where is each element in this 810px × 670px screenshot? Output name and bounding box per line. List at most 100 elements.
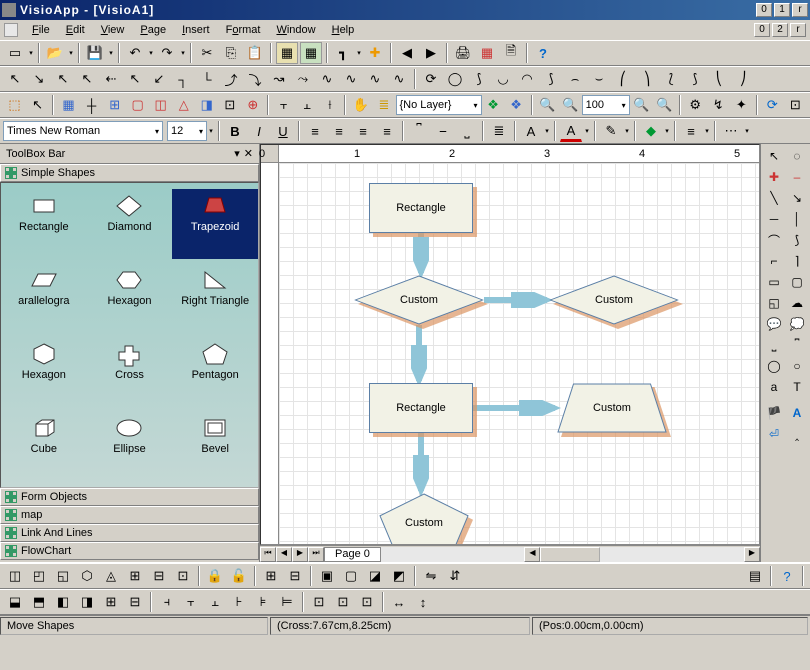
- stack-icon[interactable]: ❖: [483, 94, 504, 116]
- tool-icon[interactable]: ◰: [28, 565, 50, 587]
- align-icon[interactable]: ⫟: [273, 94, 294, 116]
- distribute-icon[interactable]: ⫟: [180, 591, 202, 613]
- shape-trapezoid[interactable]: Trapezoid: [172, 189, 258, 259]
- speech-tool-icon[interactable]: 💬: [763, 314, 785, 334]
- circle-tool-icon[interactable]: ○: [786, 356, 808, 376]
- menu-format[interactable]: Format: [218, 22, 269, 38]
- line-tool-icon[interactable]: ╲: [763, 188, 785, 208]
- tool-a-icon[interactable]: ▦: [276, 42, 298, 64]
- category-form-objects[interactable]: Form Objects: [0, 488, 259, 506]
- tool-icon[interactable]: ⊡: [172, 565, 194, 587]
- target-icon[interactable]: ⊕: [242, 94, 263, 116]
- line-weight-button[interactable]: ≡: [680, 120, 702, 142]
- hline-tool-icon[interactable]: ─: [763, 209, 785, 229]
- arrow-icon[interactable]: ↘: [28, 68, 50, 90]
- refresh-icon[interactable]: ⟳: [762, 94, 783, 116]
- guides-icon[interactable]: ┼: [81, 94, 102, 116]
- space-icon[interactable]: ↕: [412, 591, 434, 613]
- align-icon[interactable]: ◧: [52, 591, 74, 613]
- bullets-button[interactable]: ≣: [488, 120, 510, 142]
- curve-icon[interactable]: ⌣: [588, 68, 610, 90]
- tool-icon[interactable]: ↯: [708, 94, 729, 116]
- distribute-icon[interactable]: ⊨: [276, 591, 298, 613]
- category-flowchart[interactable]: FlowChart: [0, 542, 259, 560]
- category-map[interactable]: map: [0, 506, 259, 524]
- layer-combo[interactable]: {No Layer}▾: [396, 95, 482, 115]
- donut-icon[interactable]: ◯: [444, 68, 466, 90]
- category-link-lines[interactable]: Link And Lines: [0, 524, 259, 542]
- save-dropdown[interactable]: ▾: [107, 49, 115, 57]
- menu-window[interactable]: Window: [268, 22, 323, 38]
- menu-view[interactable]: View: [93, 22, 133, 38]
- shape-cube[interactable]: Cube: [1, 411, 87, 481]
- roundrect-tool-icon[interactable]: ▢: [786, 272, 808, 292]
- scroll-left-icon[interactable]: ◀: [524, 547, 540, 562]
- curve-icon[interactable]: ⟆: [468, 68, 490, 90]
- tool-icon[interactable]: ✦: [731, 94, 752, 116]
- mdi-restore[interactable]: 2: [772, 23, 788, 37]
- open-dropdown[interactable]: ▾: [67, 49, 75, 57]
- minimize-button[interactable]: 0: [756, 3, 772, 17]
- forward-icon[interactable]: ◪: [364, 565, 386, 587]
- align-icon[interactable]: ⫠: [296, 94, 317, 116]
- shape-hex[interactable]: Hexagon: [87, 263, 173, 333]
- arrow-icon[interactable]: ⤳: [292, 68, 314, 90]
- valign-button[interactable]: ⎯: [432, 120, 454, 142]
- shape-para[interactable]: arallelogra: [1, 263, 87, 333]
- font-size-combo[interactable]: 12▾: [167, 121, 207, 141]
- box-icon[interactable]: ▢: [127, 94, 148, 116]
- circle-arrow-icon[interactable]: ⟳: [420, 68, 442, 90]
- help-icon[interactable]: ?: [776, 565, 798, 587]
- scroll-first-icon[interactable]: ⏮: [260, 547, 276, 562]
- page-tab[interactable]: Page 0: [324, 547, 381, 562]
- canvas-page[interactable]: RectangleCustomCustomRectangleCustomCust…: [279, 163, 759, 544]
- tool-icon[interactable]: ⚙: [685, 94, 706, 116]
- crop-icon[interactable]: ⊡: [219, 94, 240, 116]
- rect-tool-icon[interactable]: ▭: [763, 272, 785, 292]
- shape-rtri[interactable]: Right Triangle: [172, 263, 258, 333]
- distribute-icon[interactable]: ⫞: [156, 591, 178, 613]
- space-icon[interactable]: ↔: [388, 591, 410, 613]
- arrow-icon[interactable]: ⤴: [220, 68, 242, 90]
- category-simple-shapes[interactable]: Simple Shapes: [0, 164, 259, 182]
- canvas-trap-node[interactable]: Custom: [557, 383, 667, 433]
- arrow-icon[interactable]: ↖: [76, 68, 98, 90]
- shape-rect[interactable]: Rectangle: [1, 189, 87, 259]
- arrow-icon[interactable]: ∿: [364, 68, 386, 90]
- pointer-icon[interactable]: ↖: [27, 94, 48, 116]
- new-dropdown[interactable]: ▾: [27, 49, 35, 57]
- arrow-icon[interactable]: └: [196, 68, 218, 90]
- align-icon[interactable]: ◨: [76, 591, 98, 613]
- cloud-tool-icon[interactable]: ☁: [786, 293, 808, 313]
- scroll-left-icon[interactable]: ◀: [276, 547, 292, 562]
- box-icon[interactable]: ◨: [196, 94, 217, 116]
- ok-icon[interactable]: ⏎: [763, 424, 785, 444]
- align-icon[interactable]: ⬓: [4, 591, 26, 613]
- ellipse-tool-icon[interactable]: ◯: [763, 356, 785, 376]
- grid-icon[interactable]: ▦: [476, 42, 498, 64]
- save-button[interactable]: 💾: [84, 42, 106, 64]
- curve-icon[interactable]: ⟆: [684, 68, 706, 90]
- arrow-icon[interactable]: ∿: [388, 68, 410, 90]
- front-icon[interactable]: ▣: [316, 565, 338, 587]
- shape-ellipse[interactable]: Ellipse: [87, 411, 173, 481]
- zoom-fit-icon[interactable]: 🔍: [631, 94, 652, 116]
- zoom-out-icon[interactable]: 🔍: [560, 94, 581, 116]
- curve-icon[interactable]: ◠: [516, 68, 538, 90]
- shape-bevel[interactable]: Bevel: [172, 411, 258, 481]
- next-icon[interactable]: ▶: [420, 42, 442, 64]
- tool-icon[interactable]: ⬡: [76, 565, 98, 587]
- lasso-tool-icon[interactable]: ◌: [786, 146, 808, 166]
- unlock-icon[interactable]: 🔓: [228, 565, 250, 587]
- shape-diamond[interactable]: Diamond: [87, 189, 173, 259]
- font-color-button[interactable]: A: [560, 120, 582, 142]
- align-icon[interactable]: ⊟: [124, 591, 146, 613]
- connector-icon[interactable]: ┓: [332, 42, 354, 64]
- add-icon[interactable]: ✚: [364, 42, 386, 64]
- menu-insert[interactable]: Insert: [174, 22, 218, 38]
- arrow-icon[interactable]: ∿: [316, 68, 338, 90]
- curve-icon[interactable]: ⟆: [540, 68, 562, 90]
- horizontal-scrollbar[interactable]: ⏮ ◀ ▶ ⏭ Page 0 ◀ ▶: [260, 545, 760, 562]
- backward-icon[interactable]: ◩: [388, 565, 410, 587]
- arrow-icon[interactable]: ↙: [148, 68, 170, 90]
